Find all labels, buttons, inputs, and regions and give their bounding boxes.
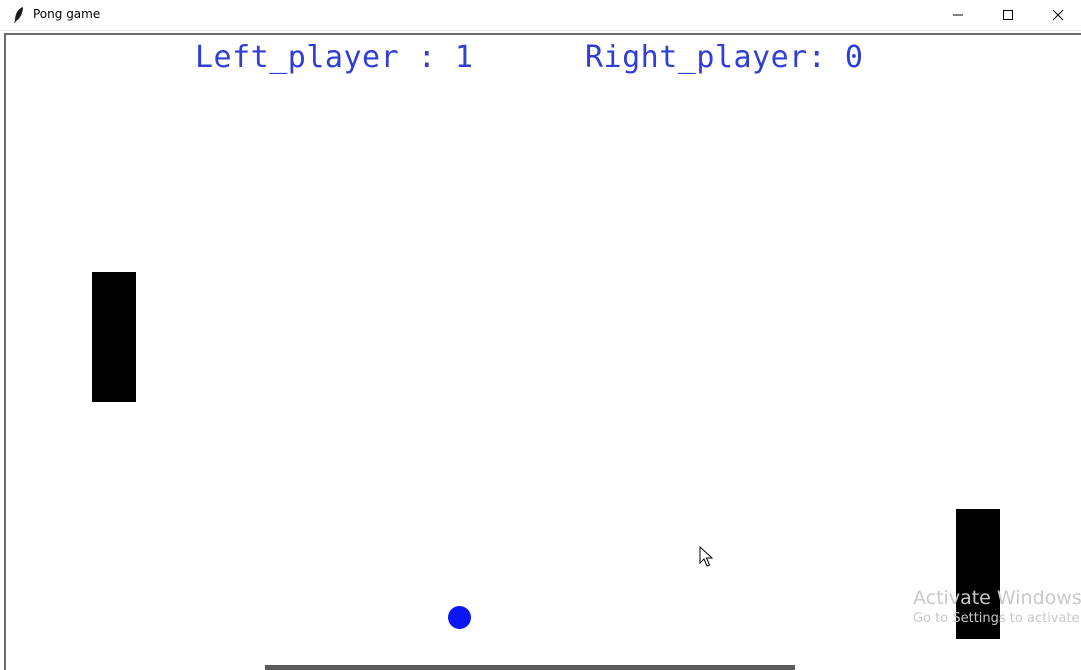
maximize-button[interactable] (985, 0, 1031, 30)
close-button[interactable] (1035, 0, 1081, 30)
watermark-line-2: Go to Settings to activate (913, 611, 1080, 626)
ball (448, 606, 471, 629)
window-title: Pong game (33, 7, 101, 21)
feather-icon (14, 7, 23, 23)
activate-windows-watermark: Activate Windows Go to Settings to activ… (913, 586, 1081, 628)
game-canvas[interactable] (7, 36, 1081, 664)
maximize-icon (1003, 10, 1013, 20)
close-icon (1052, 9, 1064, 21)
left-paddle (92, 272, 136, 402)
right-player-score: Right_player: 0 (585, 40, 864, 75)
bottom-edge-bar (265, 665, 795, 670)
title-bar: Pong game (0, 0, 1081, 31)
watermark-line-1: Activate Windows (913, 587, 1081, 609)
left-player-score: Left_player : 1 (195, 40, 474, 75)
minimize-button[interactable] (935, 0, 981, 30)
minimize-icon (953, 14, 963, 16)
mouse-cursor-icon (699, 546, 713, 567)
